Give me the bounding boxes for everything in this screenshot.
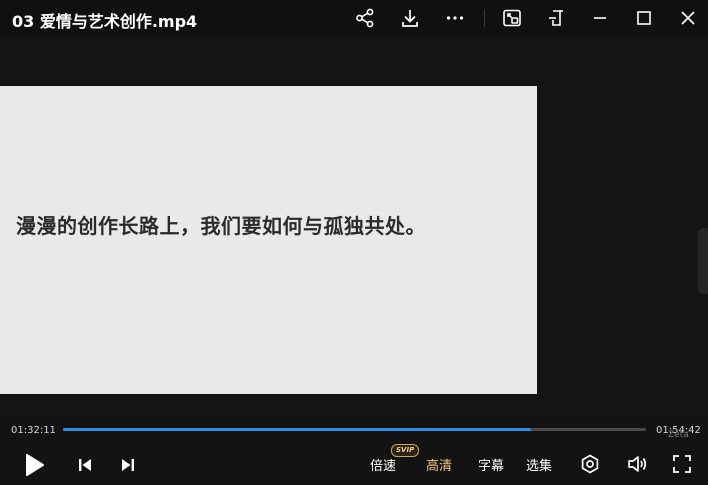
fullscreen-icon (673, 455, 691, 473)
titlebar-divider (484, 9, 485, 27)
next-button[interactable] (117, 454, 139, 476)
mini-mode-icon[interactable] (542, 4, 570, 32)
speed-button[interactable]: 倍速 (370, 455, 396, 474)
play-icon (26, 454, 44, 476)
episodes-button[interactable]: 选集 (526, 455, 552, 474)
minimize-icon[interactable] (586, 4, 614, 32)
more-icon[interactable] (441, 4, 469, 32)
skip-previous-icon (79, 459, 91, 471)
settings-icon (581, 454, 599, 474)
current-time: 01:32:11 (11, 425, 56, 436)
maximize-icon[interactable] (630, 4, 658, 32)
download-icon[interactable] (396, 4, 424, 32)
skip-next-icon (122, 459, 134, 471)
settings-button[interactable] (578, 452, 602, 476)
pip-icon[interactable] (498, 4, 526, 32)
share-icon[interactable] (351, 4, 379, 32)
play-button[interactable] (20, 451, 48, 479)
subtitle-button[interactable]: 字幕 (478, 455, 504, 474)
volume-button[interactable] (625, 452, 649, 476)
close-icon[interactable] (674, 4, 702, 32)
fullscreen-button[interactable] (670, 452, 694, 476)
video-frame-slide: 漫漫的创作长路上，我们要如何与孤独共处。 (0, 86, 537, 394)
video-title: 03 爱情与艺术创作.mp4 (12, 12, 198, 31)
title-bar: 03 爱情与艺术创作.mp4 (0, 0, 708, 36)
video-canvas[interactable]: 漫漫的创作长路上，我们要如何与孤独共处。 (0, 36, 708, 416)
progress-bar[interactable] (63, 428, 646, 431)
side-panel-handle[interactable] (698, 228, 708, 294)
previous-button[interactable] (74, 454, 96, 476)
volume-icon (628, 456, 647, 472)
slide-caption: 漫漫的创作长路上，我们要如何与孤独共处。 (16, 214, 426, 238)
watermark: Zeta (668, 430, 689, 440)
progress-bar-fill (63, 428, 532, 431)
quality-button[interactable]: 高清 (426, 455, 452, 474)
